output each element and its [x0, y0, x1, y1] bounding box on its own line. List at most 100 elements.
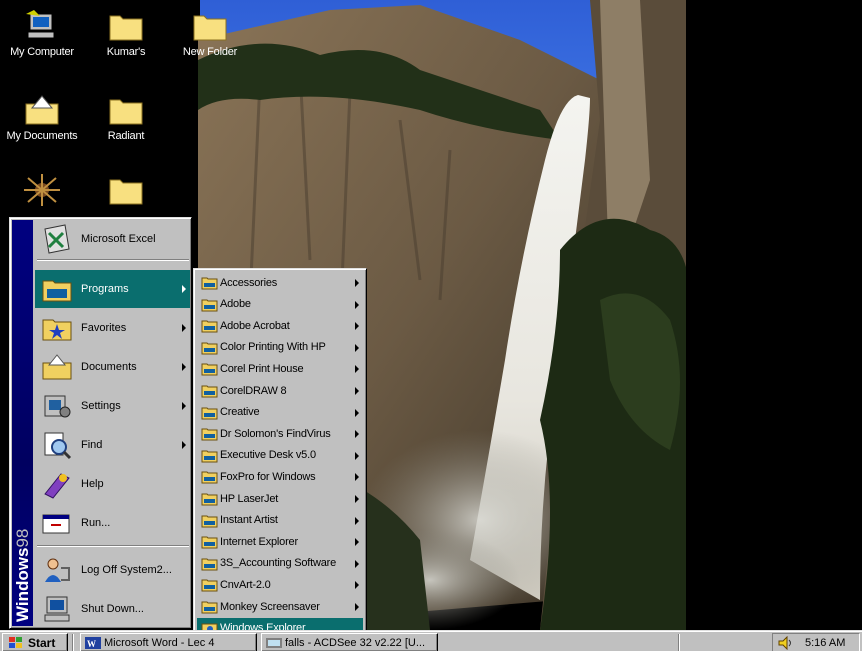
speaker-icon[interactable]	[777, 635, 793, 650]
programs-item-label: Monkey Screensaver	[220, 600, 320, 613]
programs-item[interactable]: Dr Solomon's FindVirus	[197, 423, 363, 444]
programs-item[interactable]: 3S_Accounting Software	[197, 553, 363, 574]
programs-item-label: 3S_Accounting Software	[220, 557, 337, 570]
programs-item[interactable]: Internet Explorer	[197, 531, 363, 552]
start-item-documents[interactable]: Documents	[35, 348, 190, 386]
programs-item[interactable]: Creative	[197, 402, 363, 423]
start-item-label: Run...	[81, 517, 111, 529]
programs-item[interactable]: Adobe Acrobat	[197, 315, 363, 336]
folder-icon	[109, 99, 143, 125]
programs-item[interactable]: HP LaserJet	[197, 488, 363, 509]
programs-item[interactable]: Monkey Screensaver	[197, 596, 363, 617]
svg-text:W: W	[87, 639, 96, 649]
programs-item-label: Corel Print House	[220, 362, 304, 375]
taskbar-task-word[interactable]: W Microsoft Word - Lec 4	[80, 633, 257, 651]
submenu-arrow-icon	[182, 285, 186, 293]
find-icon	[44, 432, 72, 460]
favorites-icon	[42, 319, 72, 341]
programs-item[interactable]: Accessories	[197, 272, 363, 293]
program-group-icon	[201, 450, 218, 463]
start-item-label: Microsoft Excel	[81, 233, 156, 245]
word-icon: W	[85, 636, 101, 649]
submenu-arrow-icon	[182, 441, 186, 449]
program-group-icon	[201, 363, 218, 376]
network-neighborhood-icon	[24, 174, 60, 206]
submenu-arrow-icon	[355, 559, 359, 568]
programs-item[interactable]: Executive Desk v5.0	[197, 445, 363, 466]
desktop-icon-kumars[interactable]: Kumar's	[86, 10, 166, 58]
start-menu-banner: Windows98	[12, 220, 33, 626]
start-item-favorites[interactable]: Favorites	[35, 309, 190, 347]
start-item-microsoft-excel[interactable]: Microsoft Excel	[35, 220, 190, 258]
folder-icon	[109, 15, 143, 41]
start-item-run[interactable]: Run...	[35, 504, 190, 542]
programs-submenu: Accessories Adobe Adobe Acrobat Color Print…	[193, 268, 367, 639]
programs-item-label: Adobe Acrobat	[220, 319, 290, 332]
desktop-icon-new-folder[interactable]: New Folder	[170, 10, 250, 58]
programs-item[interactable]: CorelDRAW 8	[197, 380, 363, 401]
programs-item[interactable]: Corel Print House	[197, 358, 363, 379]
start-item-label: Shut Down...	[81, 603, 144, 615]
programs-item[interactable]: Adobe	[197, 294, 363, 315]
programs-item-label: Dr Solomon's FindVirus	[220, 427, 331, 440]
desktop-icon-label: Radiant	[107, 130, 145, 142]
programs-icon	[42, 280, 72, 302]
taskbar-divider	[678, 634, 680, 651]
submenu-arrow-icon	[355, 343, 359, 352]
start-item-label: Find	[81, 439, 103, 451]
programs-item[interactable]: Color Printing With HP	[197, 337, 363, 358]
program-group-icon	[201, 515, 218, 528]
program-group-icon	[201, 385, 218, 398]
settings-icon	[44, 395, 71, 418]
start-item-label: Settings	[81, 400, 121, 412]
program-group-icon	[201, 320, 218, 333]
submenu-arrow-icon	[355, 538, 359, 547]
programs-item-label: Adobe	[220, 298, 251, 311]
submenu-arrow-icon	[355, 473, 359, 482]
start-item-settings[interactable]: Settings	[35, 387, 190, 425]
programs-item-label: Color Printing With HP	[220, 341, 326, 354]
submenu-arrow-icon	[355, 603, 359, 611]
start-menu: Windows98 Microsoft Excel Programs Favor…	[9, 217, 192, 629]
programs-item-label: Executive Desk v5.0	[220, 449, 316, 462]
my-documents-icon	[25, 95, 59, 125]
start-item-label: Documents	[81, 361, 137, 373]
excel-icon	[44, 224, 70, 254]
programs-item[interactable]: CnvArt-2.0	[197, 574, 363, 595]
start-item-label: Favorites	[81, 322, 127, 334]
submenu-arrow-icon	[182, 402, 186, 410]
my-computer-icon	[26, 10, 55, 39]
taskbar-task-acdsee[interactable]: falls - ACDSee 32 v2.22 [U...	[261, 633, 438, 651]
start-button-label: Start	[28, 635, 56, 650]
submenu-arrow-icon	[355, 430, 359, 439]
submenu-arrow-icon	[355, 408, 359, 417]
submenu-arrow-icon	[355, 387, 359, 395]
start-item-find[interactable]: Find	[35, 426, 190, 464]
start-item-label: Programs	[81, 283, 129, 295]
desktop-icon-my-documents[interactable]: My Documents	[2, 94, 82, 142]
windows-logo-icon	[9, 636, 22, 648]
submenu-arrow-icon	[182, 324, 186, 332]
start-item-shut-down[interactable]: Shut Down...	[35, 590, 190, 628]
desktop-icon-folder[interactable]	[86, 174, 166, 210]
desktop-icon-network[interactable]	[2, 174, 82, 210]
programs-item-label: Accessories	[220, 276, 278, 289]
programs-item-label: Creative	[220, 406, 260, 419]
taskbar-clock[interactable]: 5:16 AM	[805, 637, 845, 649]
programs-item-label: CorelDRAW 8	[220, 384, 287, 397]
desktop-icon-my-computer[interactable]: My Computer	[2, 10, 82, 58]
programs-item[interactable]: Instant Artist	[197, 510, 363, 531]
program-group-icon	[201, 342, 218, 355]
start-item-log-off[interactable]: Log Off System2...	[35, 551, 190, 589]
desktop-icon-label: New Folder	[182, 46, 238, 58]
windows98-banner-text: Windows98	[12, 502, 33, 622]
programs-item[interactable]: FoxPro for Windows	[197, 466, 363, 487]
start-button[interactable]: Start	[2, 633, 68, 651]
banner-bold: Windows	[13, 547, 32, 622]
start-item-help[interactable]: Help	[35, 465, 190, 503]
desktop-icon-radiant[interactable]: Radiant	[86, 94, 166, 142]
acdsee-icon	[266, 637, 282, 648]
start-item-programs[interactable]: Programs	[35, 270, 190, 308]
log-off-icon	[45, 558, 70, 582]
programs-item-label: Instant Artist	[220, 514, 278, 527]
